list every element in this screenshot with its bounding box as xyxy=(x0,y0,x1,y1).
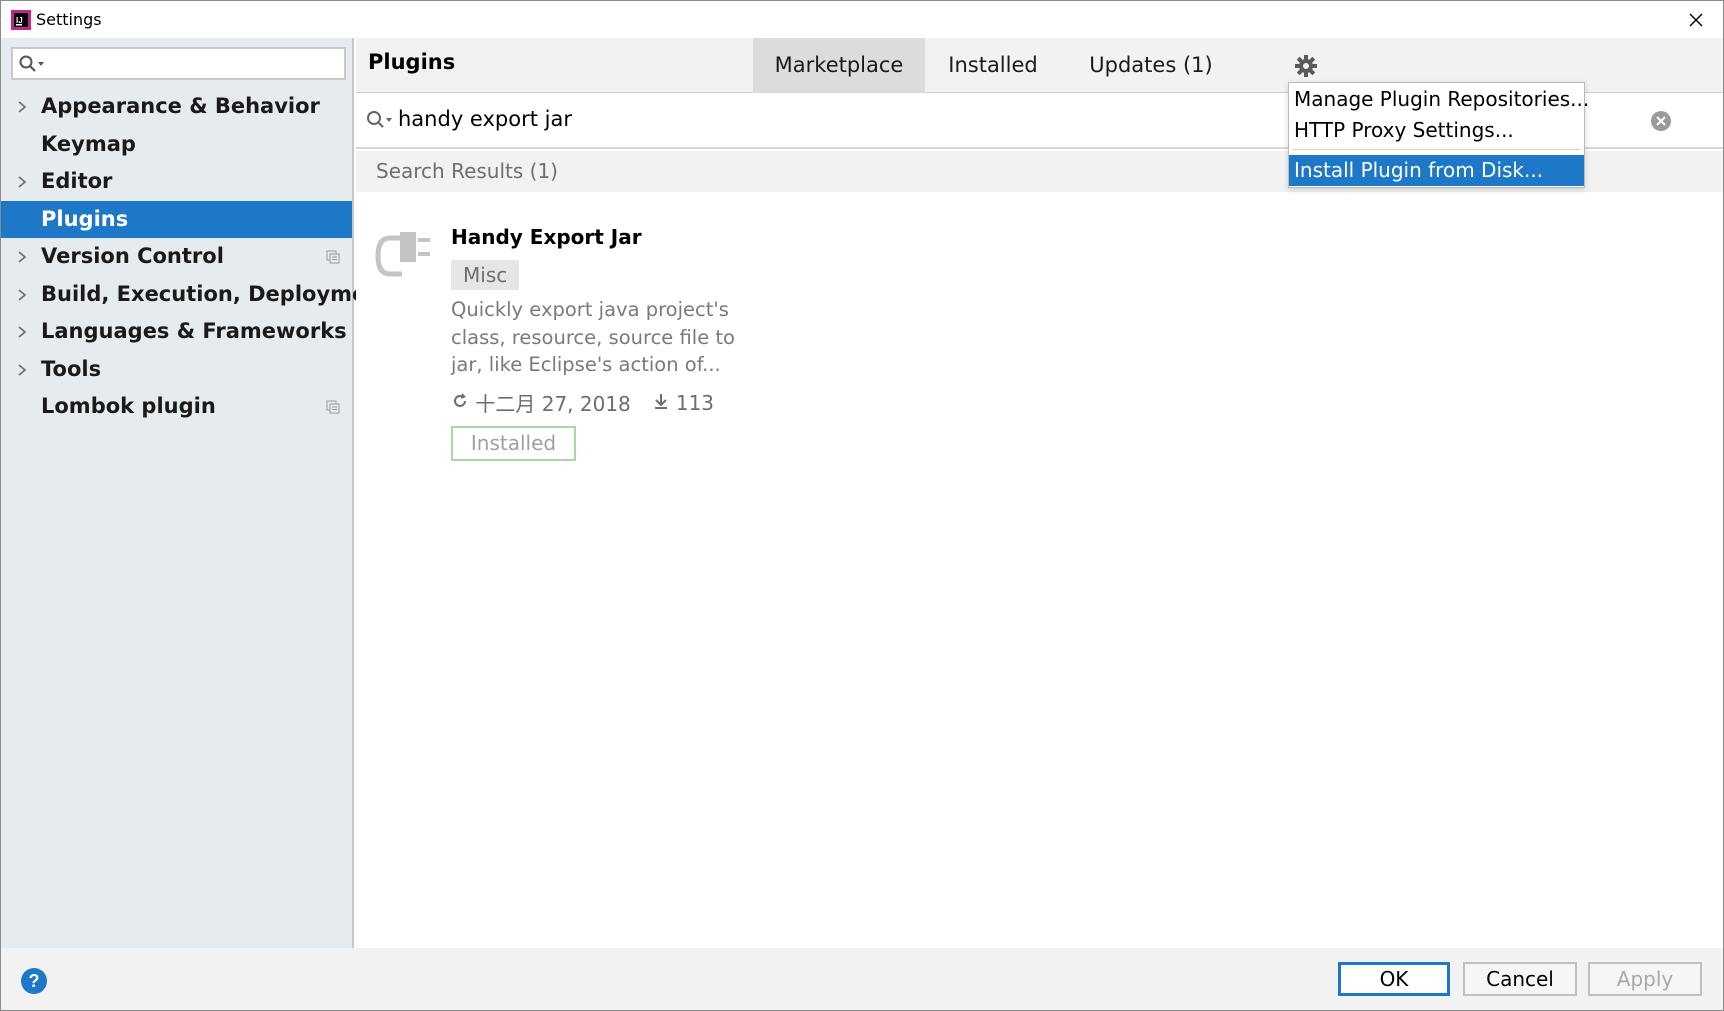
sidebar-item-label: Lombok plugin xyxy=(41,394,216,418)
sidebar-item-keymap[interactable]: Keymap xyxy=(1,126,352,164)
help-icon[interactable]: ? xyxy=(21,968,47,994)
sidebar-item-label: Appearance & Behavior xyxy=(41,94,320,118)
installed-button[interactable]: Installed xyxy=(451,426,576,461)
search-icon[interactable] xyxy=(19,55,47,73)
intellij-icon: IJ xyxy=(11,10,31,30)
plugin-card[interactable]: Handy Export Jar Misc Quickly export jav… xyxy=(356,208,1056,468)
apply-button[interactable]: Apply xyxy=(1588,962,1702,996)
chevron-right-icon[interactable] xyxy=(15,363,29,377)
sidebar-item-languages-frameworks[interactable]: Languages & Frameworks xyxy=(1,313,352,351)
plugin-date: 十二月 27, 2018 xyxy=(475,392,631,416)
plugin-name[interactable]: Handy Export Jar xyxy=(451,225,642,249)
menu-separator xyxy=(1293,149,1580,150)
sidebar-item-label: Keymap xyxy=(41,131,136,156)
sidebar-item-label: Plugins xyxy=(41,206,129,231)
chevron-right-icon[interactable] xyxy=(15,325,29,339)
gear-dropdown-menu: Manage Plugin Repositories... HTTP Proxy… xyxy=(1288,82,1589,188)
sidebar-item-version-control[interactable]: Version Control xyxy=(1,238,352,276)
sidebar-item-editor[interactable]: Editor xyxy=(1,163,352,201)
window-title: Settings xyxy=(36,10,102,29)
sidebar-item-appearance-behavior[interactable]: Appearance & Behavior xyxy=(1,88,352,126)
chevron-right-icon[interactable] xyxy=(15,288,29,302)
menu-item-http-proxy[interactable]: HTTP Proxy Settings... xyxy=(1289,115,1584,146)
plugin-search-input[interactable]: handy export jar xyxy=(398,107,572,131)
settings-tree: Appearance & Behavior Keymap Editor Plugins… xyxy=(1,88,391,426)
sidebar-item-label: Tools xyxy=(41,356,102,381)
sidebar-search-input[interactable] xyxy=(11,47,346,80)
refresh-icon xyxy=(451,391,469,415)
sidebar-item-build-execution-deployment[interactable]: Build, Execution, Deployment xyxy=(1,276,391,314)
sidebar-item-plugins[interactable]: Plugins xyxy=(1,200,352,238)
settings-sidebar: Appearance & Behavior Keymap Editor Plugins… xyxy=(1,38,391,948)
plugin-downloads: 113 xyxy=(675,390,715,415)
plugin-meta: 十二月 27, 2018 113 xyxy=(451,388,714,417)
menu-item-manage-repositories[interactable]: Manage Plugin Repositories... xyxy=(1289,84,1589,115)
sidebar-item-label: Editor xyxy=(41,169,113,193)
project-settings-icon xyxy=(326,250,340,264)
svg-text:IJ: IJ xyxy=(16,16,23,25)
cancel-button[interactable]: Cancel xyxy=(1463,962,1577,996)
chevron-right-icon[interactable] xyxy=(15,100,29,114)
plugin-plug-icon xyxy=(375,232,430,277)
sidebar-item-label: Version Control xyxy=(41,244,224,268)
gear-icon[interactable] xyxy=(1293,53,1319,79)
title-bar: IJ Settings xyxy=(1,1,1723,38)
ok-button[interactable]: OK xyxy=(1338,962,1450,996)
tab-marketplace[interactable]: Marketplace xyxy=(753,38,925,93)
plugin-category-tag: Misc xyxy=(451,260,520,290)
chevron-right-icon[interactable] xyxy=(15,175,29,189)
dialog-footer: ? OK Cancel Apply xyxy=(1,948,1723,1010)
sidebar-item-lombok-plugin[interactable]: Lombok plugin xyxy=(1,388,352,426)
clear-icon[interactable] xyxy=(1650,110,1672,132)
search-icon[interactable] xyxy=(366,110,394,130)
plugin-description: Quickly export java project's class, res… xyxy=(451,298,735,376)
menu-item-install-from-disk[interactable]: Install Plugin from Disk... xyxy=(1289,155,1584,186)
download-icon xyxy=(652,391,670,415)
sidebar-item-label: Build, Execution, Deployment xyxy=(41,281,392,306)
tab-updates[interactable]: Updates (1) xyxy=(1061,38,1241,93)
sidebar-item-tools[interactable]: Tools xyxy=(1,351,352,389)
results-label: Search Results (1) xyxy=(376,159,558,183)
sidebar-item-label: Languages & Frameworks xyxy=(41,319,347,343)
close-icon[interactable] xyxy=(1679,4,1713,36)
page-title: Plugins xyxy=(368,50,456,74)
tab-installed[interactable]: Installed xyxy=(925,38,1061,93)
settings-window: IJ Settings Appearance & Behavior Keymap E… xyxy=(0,0,1724,1011)
chevron-right-icon[interactable] xyxy=(15,250,29,264)
project-settings-icon xyxy=(326,400,340,414)
